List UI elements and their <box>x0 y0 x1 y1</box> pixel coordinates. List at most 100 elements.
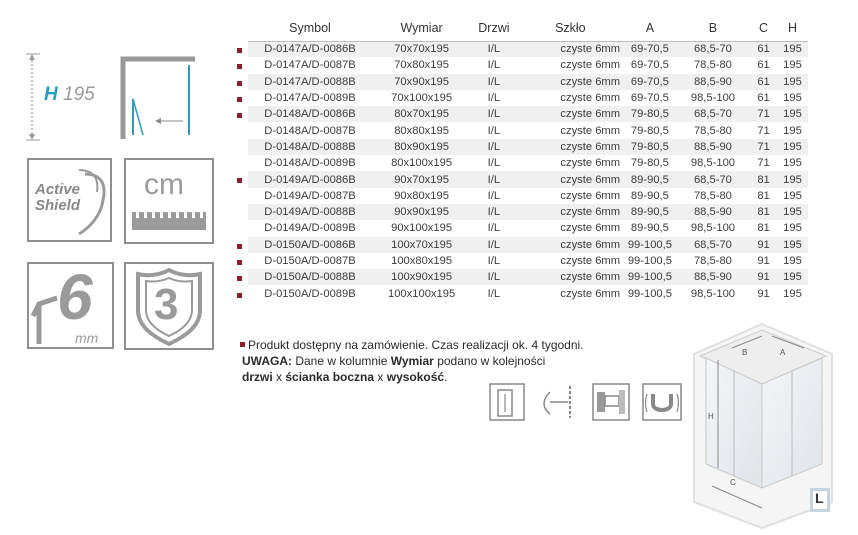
cell-symbol: D-0149A/D-0088B <box>248 203 372 221</box>
cell-wymiar: 70x100x195 <box>371 89 472 107</box>
cell-b: 78,5-80 <box>675 122 751 139</box>
cell-drzwi: I/L <box>471 122 517 139</box>
cell-h: 195 <box>776 203 808 221</box>
order-1: drzwi <box>242 370 273 384</box>
cell-b: 98,5-100 <box>675 220 751 237</box>
cell-wymiar: 70x80x195 <box>371 57 472 74</box>
cell-symbol: D-0150A/D-0089B <box>248 285 372 302</box>
cell-symbol: D-0147A/D-0087B <box>248 57 372 74</box>
cell-b: 68,5-70 <box>675 171 751 188</box>
cell-symbol: D-0150A/D-0086B <box>248 236 372 253</box>
row-marker <box>237 178 242 184</box>
warning-label: UWAGA: <box>242 354 292 368</box>
header-symbol: Symbol <box>248 15 372 42</box>
cell-h: 195 <box>776 73 808 90</box>
cell-a: 99-100,5 <box>624 269 676 286</box>
cell-symbol: D-0147A/D-0088B <box>248 73 372 90</box>
cell-a: 69-70,5 <box>624 41 676 58</box>
row-marker <box>237 292 242 298</box>
order-note: drzwi x ścianka boczna x wysokość. <box>240 369 584 385</box>
header-a: A <box>624 15 676 42</box>
cell-a: 69-70,5 <box>624 73 676 90</box>
cell-c: 61 <box>750 41 777 58</box>
cell-szklo: czyste 6mm <box>516 122 625 139</box>
cell-a: 99-100,5 <box>624 252 676 270</box>
dimension-label-a: A <box>780 348 786 357</box>
cell-b: 68,5-70 <box>675 41 751 58</box>
row-marker <box>237 259 242 265</box>
cell-h: 195 <box>776 138 808 156</box>
cell-drzwi: I/L <box>471 171 517 188</box>
cell-wymiar: 90x90x195 <box>371 203 472 221</box>
header-szklo: Szkło <box>516 15 625 42</box>
reversible-door-icon <box>488 382 526 422</box>
cell-c: 71 <box>750 122 777 139</box>
cell-b: 98,5-100 <box>675 155 751 172</box>
cell-c: 91 <box>750 236 777 253</box>
cell-wymiar: 70x70x195 <box>371 41 472 58</box>
table-row: D-0149A/D-0089B 90x100x195 I/L czyste 6mm 89… <box>248 220 808 237</box>
row-marker <box>237 96 242 102</box>
cell-a: 79-80,5 <box>624 155 676 172</box>
cell-drzwi: I/L <box>471 285 517 302</box>
table-row: D-0147A/D-0087B 70x80x195 I/L czyste 6mm 69-… <box>248 57 808 74</box>
cell-wymiar: 80x80x195 <box>371 122 472 139</box>
notes: Produkt dostępny na zamówienie. Czas rea… <box>240 337 584 385</box>
warning-column: Wymiar <box>390 354 434 368</box>
cell-h: 195 <box>776 236 808 253</box>
cell-szklo: czyste 6mm <box>516 138 625 156</box>
order-x2: x <box>374 370 387 384</box>
cell-c: 61 <box>750 89 777 107</box>
cell-drzwi: I/L <box>471 269 517 286</box>
cell-a: 89-90,5 <box>624 187 676 204</box>
cell-h: 195 <box>776 106 808 123</box>
cell-b: 68,5-70 <box>675 106 751 123</box>
table-row: D-0147A/D-0089B 70x100x195 I/L czyste 6mm 69… <box>248 89 808 107</box>
cell-c: 61 <box>750 73 777 90</box>
cell-c: 81 <box>750 220 777 237</box>
cell-c: 61 <box>750 57 777 74</box>
cell-b: 88,5-90 <box>675 138 751 156</box>
cell-c: 71 <box>750 138 777 156</box>
cell-symbol: D-0148A/D-0087B <box>248 122 372 139</box>
cell-a: 99-100,5 <box>624 236 676 253</box>
cell-h: 195 <box>776 171 808 188</box>
warranty-3-icon: 3 <box>124 262 214 350</box>
table-row: D-0150A/D-0086B 100x70x195 I/L czyste 6mm 99… <box>248 236 808 253</box>
table-row: D-0149A/D-0087B 90x80x195 I/L czyste 6mm 89-… <box>248 187 808 204</box>
cell-b: 88,5-90 <box>675 203 751 221</box>
cell-drzwi: I/L <box>471 236 517 253</box>
cell-szklo: czyste 6mm <box>516 89 625 107</box>
cell-wymiar: 80x90x195 <box>371 138 472 156</box>
table-row: D-0148A/D-0087B 80x80x195 I/L czyste 6mm 79-… <box>248 122 808 139</box>
cell-b: 78,5-80 <box>675 57 751 74</box>
cell-b: 78,5-80 <box>675 252 751 270</box>
row-marker <box>237 276 242 282</box>
cell-wymiar: 80x70x195 <box>371 106 472 123</box>
cell-h: 195 <box>776 269 808 286</box>
cell-wymiar: 90x100x195 <box>371 220 472 237</box>
cell-h: 195 <box>776 122 808 139</box>
shield-line-1: Active <box>35 181 81 198</box>
height-value: 195 <box>63 84 95 105</box>
cell-szklo: czyste 6mm <box>516 220 625 237</box>
shower-cabin-diagram: B A H C L <box>692 318 842 530</box>
glass-thickness-icon: 6 mm <box>27 262 114 349</box>
cell-a: 89-90,5 <box>624 171 676 188</box>
cell-symbol: D-0150A/D-0088B <box>248 269 372 286</box>
door-opening-icon <box>117 55 205 141</box>
warning-note: UWAGA: Dane w kolumnie Wymiar podano w k… <box>240 353 584 369</box>
cell-a: 79-80,5 <box>624 138 676 156</box>
height-icon: H 195 <box>22 50 106 144</box>
wall-mount-icon <box>591 382 630 422</box>
table-row: D-0150A/D-0088B 100x90x195 I/L czyste 6mm 99… <box>248 269 808 286</box>
cell-c: 91 <box>750 269 777 286</box>
cell-wymiar: 70x90x195 <box>371 73 472 90</box>
cell-wymiar: 90x80x195 <box>371 187 472 204</box>
cell-symbol: D-0149A/D-0086B <box>248 171 372 188</box>
cell-c: 91 <box>750 252 777 270</box>
cell-c: 81 <box>750 203 777 221</box>
cell-symbol: D-0148A/D-0088B <box>248 138 372 156</box>
cell-symbol: D-0147A/D-0089B <box>248 89 372 107</box>
order-3: wysokość <box>386 370 445 384</box>
